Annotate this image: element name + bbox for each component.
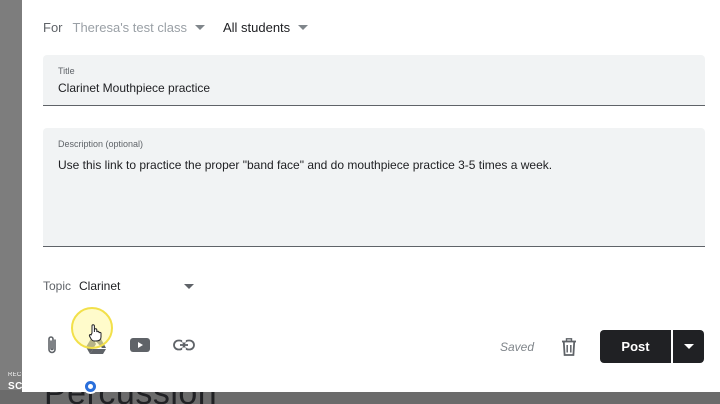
- topic-select[interactable]: Clarinet: [79, 279, 195, 293]
- create-material-dialog: For Theresa's test class All students Ti…: [22, 0, 720, 392]
- link-button[interactable]: [172, 333, 196, 357]
- link-icon: [173, 339, 195, 351]
- topic-row: Topic Clarinet: [43, 277, 195, 295]
- screencast-watermark: RECORDED WITH SCREENCAST MATIC: [8, 372, 134, 394]
- paperclip-icon: [48, 336, 56, 354]
- watermark-matic: MATIC: [100, 381, 134, 392]
- youtube-button[interactable]: [128, 333, 152, 357]
- page-background-left: [0, 0, 22, 392]
- post-button-group: Post: [600, 330, 704, 363]
- watermark-brand: SCREENCAST MATIC: [8, 379, 134, 394]
- topic-select-value: Clarinet: [79, 279, 121, 293]
- students-select[interactable]: All students: [222, 19, 309, 35]
- post-options-button[interactable]: [673, 330, 704, 363]
- audience-row: For Theresa's test class All students: [43, 16, 309, 38]
- description-field[interactable]: Description (optional) Use this link to …: [43, 128, 705, 247]
- attachment-toolbar: [40, 333, 216, 357]
- delete-button[interactable]: [558, 336, 580, 358]
- trash-icon: [562, 338, 576, 356]
- hand-cursor-icon: [88, 324, 102, 342]
- class-select-value: Theresa's test class: [72, 19, 187, 35]
- attach-file-button[interactable]: [40, 333, 64, 357]
- description-field-value[interactable]: Use this link to practice the proper "ba…: [58, 157, 688, 173]
- watermark-recorded-with: RECORDED WITH: [8, 372, 64, 378]
- chevron-down-icon: [194, 24, 205, 30]
- watermark-screencast: SCREENCAST: [8, 381, 81, 392]
- post-button[interactable]: Post: [600, 330, 671, 363]
- students-select-value: All students: [222, 19, 291, 35]
- class-select[interactable]: Theresa's test class: [73, 20, 205, 35]
- description-field-label: Description (optional): [58, 139, 144, 149]
- for-label: For: [43, 19, 63, 35]
- youtube-icon: [130, 338, 150, 352]
- screencast-logo-icon: [82, 379, 98, 394]
- chevron-down-icon: [298, 24, 309, 30]
- screen: Percussion For Theresa's test class All …: [0, 0, 720, 404]
- topic-label: Topic: [43, 279, 72, 293]
- title-field[interactable]: Title Clarinet Mouthpiece practice: [43, 55, 705, 106]
- saved-status: Saved: [500, 340, 535, 354]
- title-field-value[interactable]: Clarinet Mouthpiece practice: [58, 81, 210, 95]
- chevron-down-icon: [184, 283, 195, 289]
- chevron-down-icon: [683, 344, 694, 349]
- cursor-highlight: [71, 307, 113, 349]
- title-field-label: Title: [58, 66, 75, 76]
